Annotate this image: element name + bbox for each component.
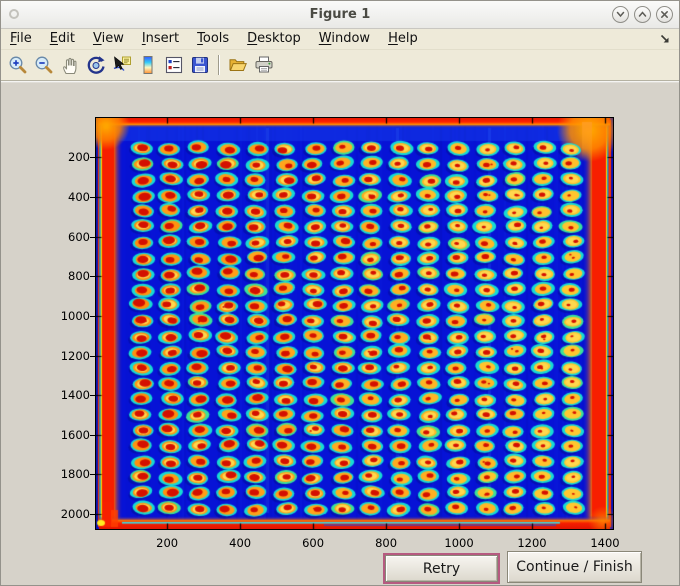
- maximize-button[interactable]: [634, 6, 651, 23]
- zoom-in-icon: [9, 56, 26, 74]
- menu-window[interactable]: Window: [310, 30, 379, 48]
- x-tick-label: 400: [229, 536, 252, 550]
- y-tick-label: 200: [68, 150, 90, 165]
- legend-icon: [165, 56, 182, 74]
- y-tick-mark: [90, 196, 95, 198]
- menu-view[interactable]: View: [84, 30, 133, 48]
- window-controls: [612, 6, 673, 23]
- y-tick-mark: [90, 315, 95, 317]
- y-tick-label: 800: [68, 269, 90, 284]
- titlebar[interactable]: Figure 1: [1, 1, 679, 29]
- window-title: Figure 1: [309, 7, 371, 22]
- zoom-out-icon: [35, 56, 52, 74]
- y-tick-label: 1200: [60, 348, 90, 363]
- rotate-3d-button[interactable]: [84, 53, 107, 77]
- open-button[interactable]: [226, 53, 249, 77]
- print-button[interactable]: [252, 53, 275, 77]
- y-tick-label: 1600: [60, 427, 90, 442]
- y-tick-label: 2000: [60, 507, 90, 522]
- legend-button[interactable]: [162, 53, 185, 77]
- chevron-up-icon: [638, 11, 647, 17]
- zoom-in-button[interactable]: [6, 53, 29, 77]
- menu-help[interactable]: Help: [379, 30, 427, 48]
- menu-insert[interactable]: Insert: [133, 30, 188, 48]
- colorbar-icon: [143, 56, 152, 74]
- y-tick-mark: [90, 514, 95, 516]
- y-tick-mark: [90, 236, 95, 238]
- y-tick-mark: [90, 157, 95, 159]
- retry-button[interactable]: Retry: [383, 553, 500, 584]
- zoom-out-button[interactable]: [32, 53, 55, 77]
- x-tick-label: 600: [302, 536, 325, 550]
- y-tick-label: 600: [68, 229, 90, 244]
- x-tick-label: 1400: [590, 536, 620, 550]
- x-tick-label: 200: [156, 536, 179, 550]
- y-tick-mark: [90, 395, 95, 397]
- open-icon: [229, 59, 247, 71]
- menu-edit[interactable]: Edit: [41, 30, 84, 48]
- close-button[interactable]: [656, 6, 673, 23]
- toolbar-separator: [218, 55, 219, 75]
- menu-file[interactable]: File: [10, 30, 41, 48]
- x-tick-label: 800: [375, 536, 398, 550]
- menu-tools[interactable]: Tools: [188, 30, 238, 48]
- y-tick-mark: [90, 355, 95, 357]
- minimize-button[interactable]: [612, 6, 629, 23]
- axes[interactable]: [95, 117, 614, 530]
- menubar: File Edit View Insert Tools Desktop Window Help: [1, 29, 679, 50]
- data-cursor-button[interactable]: [110, 53, 133, 77]
- y-tick-label: 1000: [60, 308, 90, 323]
- close-icon: [661, 11, 668, 18]
- chevron-down-icon: [616, 11, 625, 18]
- data-cursor-icon: [113, 56, 131, 71]
- y-tick-label: 1800: [60, 467, 90, 482]
- toolbar: [1, 50, 679, 81]
- pan-button[interactable]: [58, 53, 81, 77]
- print-icon: [255, 56, 272, 73]
- menu-desktop[interactable]: Desktop: [238, 30, 310, 48]
- rotate-3d-icon: [87, 56, 105, 74]
- y-tick-mark: [90, 434, 95, 436]
- x-tick-label: 1000: [444, 536, 474, 550]
- figure-window: Figure 1 File Edit View Insert Tools Desktop W…: [0, 0, 680, 586]
- y-tick-label: 400: [68, 189, 90, 204]
- colorbar-button[interactable]: [136, 53, 159, 77]
- y-tick-mark: [90, 276, 95, 278]
- save-button[interactable]: [188, 53, 211, 77]
- x-tick-label: 1200: [517, 536, 547, 550]
- plate-image[interactable]: [96, 118, 613, 529]
- figure-canvas-area: 200 400 600 800 1000 1200 1400 1600 1800 2000 200…: [1, 83, 679, 585]
- save-icon: [191, 57, 208, 73]
- y-tick-mark: [90, 474, 95, 476]
- y-tick-label: 1400: [60, 388, 90, 403]
- pan-icon: [62, 57, 76, 75]
- continue-finish-button[interactable]: Continue / Finish: [507, 551, 642, 583]
- menu-overflow-icon[interactable]: [659, 33, 671, 49]
